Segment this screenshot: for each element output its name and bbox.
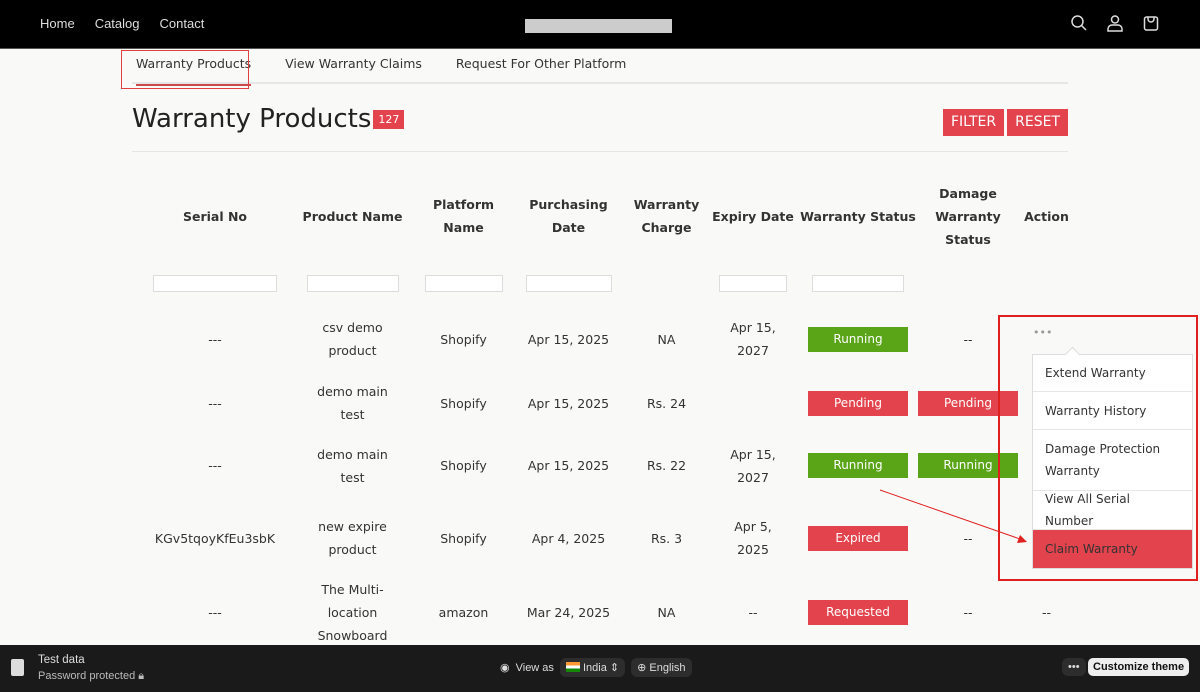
india-flag-icon: [565, 662, 580, 672]
menu-view-serial-numbers[interactable]: View All Serial Number: [1033, 491, 1192, 530]
customize-theme-button[interactable]: Customize theme: [1088, 658, 1190, 676]
language-icon: ⊕: [637, 662, 647, 674]
store-name: Test data: [38, 654, 85, 666]
password-status: Password protected 🔒︎: [38, 670, 145, 682]
view-as-label: View as: [515, 661, 554, 674]
action-menu: Extend Warranty Warranty History Damage …: [1032, 354, 1193, 569]
shopify-icon: [11, 659, 24, 676]
eye-icon: ◉: [500, 662, 510, 674]
menu-warranty-history[interactable]: Warranty History: [1033, 392, 1192, 430]
lock-icon: 🔒︎: [138, 670, 145, 682]
language-selector[interactable]: ⊕ English: [631, 658, 692, 677]
menu-claim-warranty[interactable]: Claim Warranty: [1033, 530, 1192, 568]
menu-damage-protection[interactable]: Damage Protection Warranty: [1033, 430, 1192, 491]
preview-bar: Test data Password protected 🔒︎ ◉ View a…: [0, 645, 1200, 692]
country-selector[interactable]: India ⇕: [559, 658, 626, 677]
more-actions-icon[interactable]: •••: [1033, 326, 1052, 339]
more-options-button[interactable]: •••: [1062, 658, 1086, 676]
menu-extend-warranty[interactable]: Extend Warranty: [1033, 355, 1192, 392]
